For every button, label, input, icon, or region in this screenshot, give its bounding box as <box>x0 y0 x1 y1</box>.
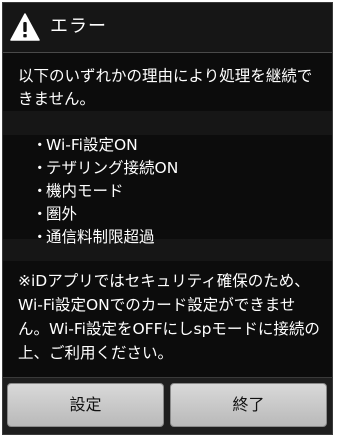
condition-list: ・Wi-Fi設定ON ・テザリング接続ON ・機内モード ・圏外 ・通信料制限超… <box>32 134 322 249</box>
dialog-button-bar: 設定 終了 <box>3 377 332 434</box>
condition-item: ・テザリング接続ON <box>32 159 179 177</box>
condition-item: ・Wi-Fi設定ON <box>32 136 138 154</box>
condition-item: ・圏外 <box>32 205 78 223</box>
security-note: ※iDアプリではセキュリティ確保のため、Wi-Fi設定ONでのカード設定ができま… <box>18 272 320 362</box>
condition-item: ・機内モード <box>32 182 124 200</box>
exit-button[interactable]: 終了 <box>170 383 327 427</box>
dialog-header: エラー <box>3 3 332 53</box>
warning-icon <box>10 13 40 41</box>
dialog-message-area: 以下のいずれかの理由により処理を継続できません。 ・Wi-Fi設定ON ・テザリ… <box>18 65 322 365</box>
error-message: 以下のいずれかの理由により処理を継続できません。 <box>18 67 313 108</box>
dialog-title: エラー <box>50 16 107 37</box>
error-dialog: エラー 以下のいずれかの理由により処理を継続できません。 ・Wi-Fi設定ON … <box>2 2 333 435</box>
condition-item: ・通信料制限超過 <box>32 228 155 246</box>
settings-button[interactable]: 設定 <box>7 383 164 427</box>
header-divider <box>3 52 332 53</box>
